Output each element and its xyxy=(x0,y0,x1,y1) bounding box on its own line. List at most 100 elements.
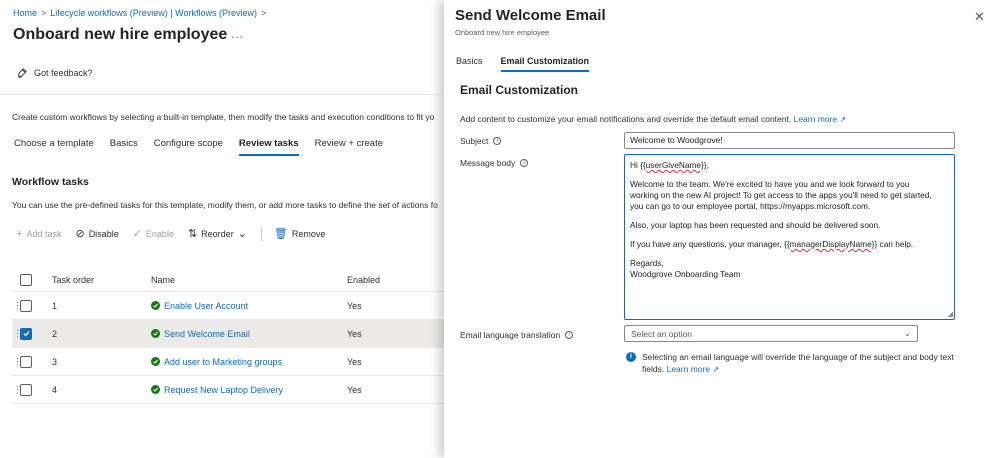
reorder-button[interactable]: ⇅ Reorder ⌄ xyxy=(188,227,247,240)
enable-button[interactable]: ✓ Enable xyxy=(133,228,174,240)
language-select-value: Select an option xyxy=(631,328,692,339)
learn-more-label: Learn more xyxy=(666,364,711,374)
body-line: you can go to our employee portal, https… xyxy=(630,201,871,211)
learn-more-link[interactable]: Learn more ↗ xyxy=(794,114,847,124)
description-text: Add content to customize your email noti… xyxy=(460,114,792,124)
table-row[interactable]: ⋮ 3 Add user to Marketing groups Yes xyxy=(12,348,444,376)
resize-handle-icon[interactable]: ◢ xyxy=(948,311,953,318)
table-row[interactable]: ⋮ 4 Request New Laptop Delivery Yes xyxy=(12,376,444,404)
info-icon[interactable]: i xyxy=(493,137,502,145)
tab-review-create[interactable]: Review + create xyxy=(315,138,383,156)
column-header-name[interactable]: Name xyxy=(151,275,347,285)
note-line: Selecting an email language will overrid… xyxy=(642,352,954,362)
breadcrumb-workflows[interactable]: Lifecycle workflows (Preview) | Workflow… xyxy=(50,8,257,18)
add-task-label: Add task xyxy=(26,229,62,239)
body-text: Hi xyxy=(630,160,641,170)
drag-handle-icon[interactable]: ⋮ xyxy=(13,328,22,339)
drag-handle-icon[interactable]: ⋮ xyxy=(13,356,22,367)
tab-review-tasks[interactable]: Review tasks xyxy=(238,138,299,156)
page-title: Onboard new hire employee xyxy=(13,26,228,43)
language-label-text: Email language translation xyxy=(460,330,561,340)
add-task-button[interactable]: + Add task xyxy=(16,227,62,240)
language-info-note: i Selecting an email language will overr… xyxy=(626,351,954,376)
task-name-link[interactable]: Send Welcome Email xyxy=(164,329,250,339)
tab-email-customization[interactable]: Email Customization xyxy=(500,56,590,72)
chevron-down-icon: ⌄ xyxy=(237,227,247,240)
workflow-page: Home > Lifecycle workflows (Preview) | Wor… xyxy=(0,0,444,458)
body-line: working on the new AI project! To get ac… xyxy=(630,190,932,200)
divider xyxy=(0,94,444,95)
row-checkbox[interactable] xyxy=(20,355,32,368)
feedback-button[interactable]: Got feedback? xyxy=(17,67,93,78)
dynamic-token: {{managerDisplayName}} xyxy=(784,239,878,249)
breadcrumb-home[interactable]: Home xyxy=(13,8,37,18)
disable-label: Disable xyxy=(88,229,119,239)
note-text: fields. xyxy=(642,364,665,374)
tab-basics[interactable]: Basics xyxy=(110,138,138,156)
tab-choose-template[interactable]: Choose a template xyxy=(14,138,94,156)
body-line: Regards, xyxy=(630,258,664,268)
success-icon xyxy=(151,385,160,394)
note-line: fields. Learn more ↗ xyxy=(642,363,954,376)
close-icon[interactable]: ✕ xyxy=(974,9,985,25)
body-line: Welcome to the team. We're excited to ha… xyxy=(630,179,910,189)
enable-label: Enable xyxy=(145,229,174,239)
success-icon xyxy=(151,301,160,310)
task-name-link[interactable]: Add user to Marketing groups xyxy=(164,357,282,367)
column-header-order[interactable]: Task order xyxy=(52,275,151,285)
row-checkbox[interactable] xyxy=(20,299,32,312)
plus-icon: + xyxy=(16,227,23,240)
subject-input[interactable]: Welcome to Woodgrove! xyxy=(624,132,955,149)
body-line: Also, your laptop has been requested and… xyxy=(630,220,881,230)
panel-title: Send Welcome Email xyxy=(455,7,606,24)
drag-handle-icon[interactable]: ⋮ xyxy=(13,300,22,311)
block-icon: ⊘ xyxy=(75,227,85,240)
drag-handle-icon[interactable]: ⋮ xyxy=(13,384,22,395)
disable-button[interactable]: ⊘ Disable xyxy=(75,227,119,240)
task-name-link[interactable]: Enable User Account xyxy=(164,301,248,311)
table-header: Task order Name Enabled xyxy=(12,268,444,292)
body-text: , xyxy=(706,160,709,170)
message-body-label-text: Message body xyxy=(460,158,516,168)
remove-button[interactable]: 🗑 Remove xyxy=(274,228,326,240)
language-select[interactable]: Select an option ⌄ xyxy=(624,325,918,342)
tab-basics[interactable]: Basics xyxy=(456,56,483,72)
section-heading: Email Customization xyxy=(460,83,579,97)
language-label: Email language translation i xyxy=(460,330,574,340)
info-icon[interactable]: i xyxy=(520,159,529,167)
row-checkbox[interactable] xyxy=(20,327,32,340)
message-body-label: Message body i xyxy=(460,158,529,168)
feedback-icon xyxy=(17,68,27,78)
send-welcome-email-panel: Send Welcome Email Onboard new hire empl… xyxy=(444,0,999,458)
remove-label: Remove xyxy=(291,229,326,239)
tab-configure-scope[interactable]: Configure scope xyxy=(154,138,223,156)
learn-more-label: Learn more xyxy=(793,114,838,124)
table-row[interactable]: ⋮ 2 Send Welcome Email Yes xyxy=(12,320,444,348)
row-checkbox[interactable] xyxy=(20,383,32,396)
task-order: 1 xyxy=(52,300,58,311)
panel-subtitle: Onboard new hire employee xyxy=(455,28,550,37)
task-enabled: Yes xyxy=(347,384,362,395)
chevron-down-icon: ⌄ xyxy=(903,328,911,338)
dynamic-token: {{userGiveName}} xyxy=(640,160,707,170)
reorder-label: Reorder xyxy=(201,229,234,239)
subject-label: Subject i xyxy=(460,136,502,146)
info-icon[interactable]: i xyxy=(565,331,574,339)
success-icon xyxy=(151,357,160,366)
task-enabled: Yes xyxy=(347,300,362,311)
column-header-enabled[interactable]: Enabled xyxy=(347,275,444,285)
workflow-tasks-description: You can use the pre-defined tasks for th… xyxy=(12,200,438,210)
feedback-label: Got feedback? xyxy=(34,67,93,78)
tasks-table: Task order Name Enabled ⋮ 1 Enable User … xyxy=(12,268,444,404)
table-row[interactable]: ⋮ 1 Enable User Account Yes xyxy=(12,292,444,320)
learn-more-link[interactable]: Learn more ↗ xyxy=(667,364,720,374)
select-all-checkbox[interactable] xyxy=(20,273,32,286)
task-enabled: Yes xyxy=(347,328,362,339)
app-root: Home > Lifecycle workflows (Preview) | Wor… xyxy=(0,0,999,458)
more-options-icon[interactable]: ... xyxy=(231,27,244,41)
body-line: Woodgrove Onboarding Team xyxy=(630,269,741,279)
task-order: 3 xyxy=(52,356,58,367)
task-name-link[interactable]: Request New Laptop Delivery xyxy=(164,385,283,395)
message-body-textarea[interactable]: Hi {{userGiveName}}, Welcome to the team… xyxy=(624,154,955,320)
external-link-icon: ↗ xyxy=(839,115,847,124)
